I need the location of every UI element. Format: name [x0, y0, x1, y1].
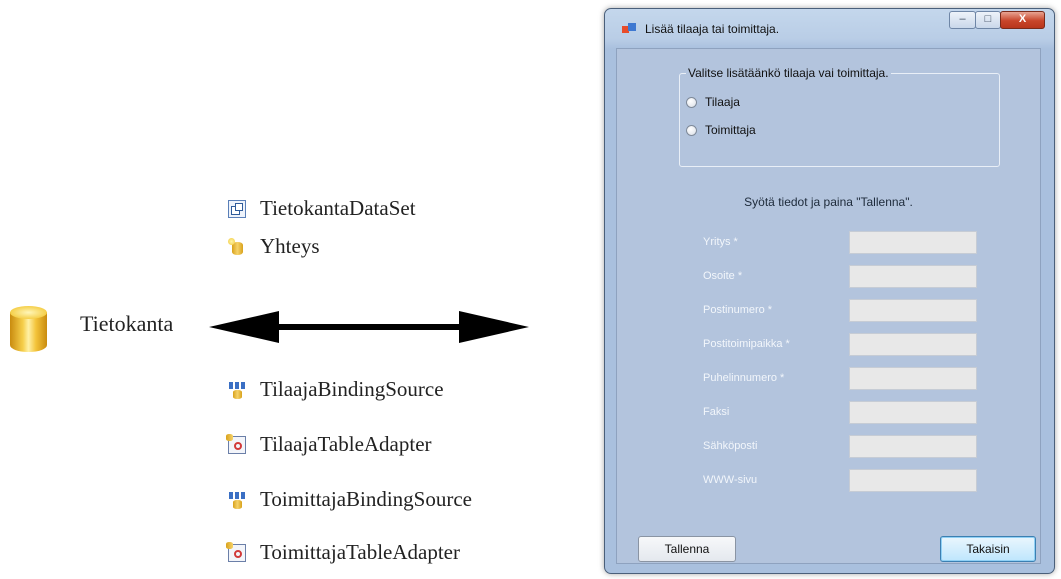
minimize-button[interactable]: –	[949, 11, 976, 29]
connection-item: Yhteys	[228, 234, 320, 259]
binding-source-icon	[228, 381, 246, 399]
type-selection-group: Valitse lisätäänkö tilaaja vai toimittaj…	[679, 66, 1000, 167]
radio-button-icon[interactable]	[686, 96, 697, 108]
www-field[interactable]	[849, 469, 977, 492]
puhelinnumero-field[interactable]	[849, 367, 977, 390]
yritys-field[interactable]	[849, 231, 977, 254]
sahkoposti-label: Sähköposti	[703, 440, 758, 452]
yritys-label: Yritys *	[703, 236, 738, 248]
tilaaja-table-adapter-item: TilaajaTableAdapter	[226, 432, 432, 457]
osoite-field[interactable]	[849, 265, 977, 288]
close-button[interactable]: X	[1000, 11, 1045, 29]
faksi-field[interactable]	[849, 401, 977, 424]
sahkoposti-field[interactable]	[849, 435, 977, 458]
window-title: Lisää tilaaja tai toimittaja.	[645, 22, 780, 36]
title-bar[interactable]: Lisää tilaaja tai toimittaja. – □ X	[605, 9, 1054, 47]
postitoimipaikka-field[interactable]	[849, 333, 977, 356]
add-customer-supplier-dialog: Lisää tilaaja tai toimittaja. – □ X Vali…	[604, 8, 1055, 574]
postitoimipaikka-label: Postitoimipaikka *	[703, 338, 790, 350]
back-button[interactable]: Takaisin	[940, 536, 1036, 562]
radio-button-icon[interactable]	[686, 124, 697, 136]
faksi-label: Faksi	[703, 406, 730, 418]
save-button[interactable]: Tallenna	[638, 536, 736, 562]
binding-source-icon	[228, 491, 246, 509]
component-label: TilaajaBindingSource	[260, 377, 444, 401]
connection-label: Yhteys	[260, 234, 320, 258]
double-arrow-icon	[209, 311, 529, 343]
app-icon	[622, 23, 636, 35]
puhelinnumero-label: Puhelinnumero *	[703, 372, 785, 384]
osoite-label: Osoite *	[703, 270, 743, 282]
toimittaja-table-adapter-item: ToimittajaTableAdapter	[226, 540, 460, 565]
radio-label[interactable]: Tilaaja	[705, 95, 740, 109]
table-adapter-icon	[226, 433, 246, 454]
toimittaja-binding-source-item: ToimittajaBindingSource	[228, 487, 472, 512]
radio-toimittaja[interactable]: Toimittaja	[686, 123, 756, 137]
component-label: TilaajaTableAdapter	[260, 432, 432, 456]
instruction-text: Syötä tiedot ja paina "Tallenna".	[744, 195, 913, 209]
tilaaja-binding-source-item: TilaajaBindingSource	[228, 377, 444, 402]
maximize-button[interactable]: □	[975, 11, 1001, 29]
component-label: ToimittajaBindingSource	[260, 487, 472, 511]
radio-tilaaja[interactable]: Tilaaja	[686, 95, 740, 109]
dialog-content: Valitse lisätäänkö tilaaja vai toimittaj…	[616, 48, 1041, 564]
dataset-icon	[228, 199, 246, 218]
dataset-label: TietokantaDataSet	[260, 196, 416, 220]
www-label: WWW-sivu	[703, 474, 758, 486]
radio-label[interactable]: Toimittaja	[705, 123, 756, 137]
database-icon	[10, 306, 47, 356]
database-label: Tietokanta	[80, 311, 174, 336]
connection-icon	[228, 237, 246, 256]
table-adapter-icon	[226, 541, 246, 562]
group-title: Valitse lisätäänkö tilaaja vai toimittaj…	[686, 66, 891, 80]
dataset-item: TietokantaDataSet	[228, 196, 416, 221]
postinumero-field[interactable]	[849, 299, 977, 322]
component-label: ToimittajaTableAdapter	[260, 540, 460, 564]
postinumero-label: Postinumero *	[703, 304, 773, 316]
